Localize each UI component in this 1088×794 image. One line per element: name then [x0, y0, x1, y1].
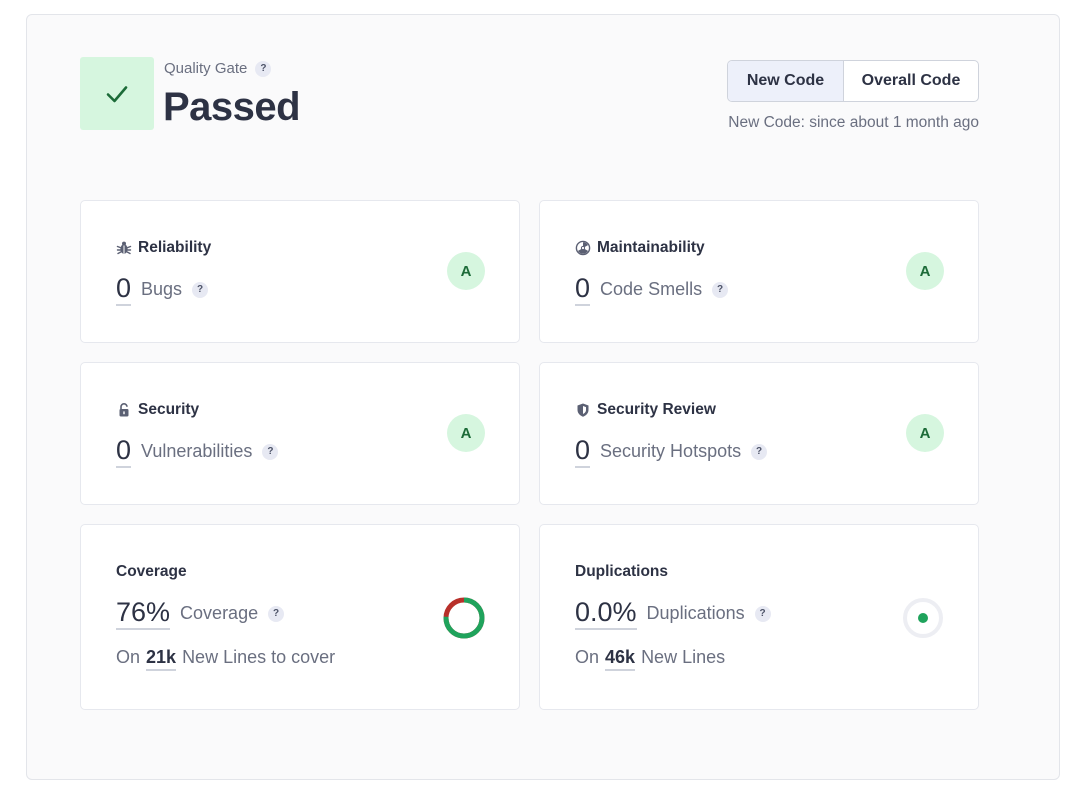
- duplications-metric: 0.0% Duplications ?: [575, 597, 771, 630]
- help-icon[interactable]: ?: [751, 443, 768, 460]
- coverage-card: Coverage 76% Coverage ? On 21k New Lines…: [80, 524, 520, 710]
- lines-to-cover-value[interactable]: 21k: [146, 647, 177, 671]
- coverage-metric: 76% Coverage ?: [116, 597, 285, 630]
- duplications-card: Duplications 0.0% Duplications ? On 46k …: [539, 524, 979, 710]
- coverage-donut-chart: [443, 597, 485, 639]
- new-code-period: New Code: since about 1 month ago: [728, 114, 979, 131]
- maintainability-title-text: Maintainability: [597, 239, 705, 256]
- duplications-indicator-dot: [918, 613, 928, 623]
- coverage-value[interactable]: 76%: [116, 597, 171, 630]
- check-icon: [106, 85, 128, 102]
- security-review-metric: 0 Security Hotspots ?: [575, 435, 768, 468]
- security-review-card: Security Review 0 Security Hotspots ? A: [539, 362, 979, 505]
- bugs-value[interactable]: 0: [116, 273, 132, 306]
- vulnerabilities-value[interactable]: 0: [116, 435, 132, 468]
- security-card: Security 0 Vulnerabilities ? A: [80, 362, 520, 505]
- security-review-title-text: Security Review: [597, 401, 716, 418]
- bugs-label: Bugs: [141, 279, 183, 299]
- security-title: Security: [116, 401, 199, 419]
- reliability-title-text: Reliability: [138, 239, 212, 256]
- new-lines-label: New Lines: [641, 647, 726, 667]
- maintainability-title: Maintainability: [575, 239, 705, 257]
- help-icon[interactable]: ?: [262, 443, 279, 460]
- vulnerabilities-label: Vulnerabilities: [141, 441, 253, 461]
- code-smells-label: Code Smells: [600, 279, 703, 299]
- gate-label-text: Quality Gate: [164, 60, 248, 77]
- security-review-rating-badge[interactable]: A: [906, 414, 944, 452]
- help-icon[interactable]: ?: [754, 605, 771, 622]
- new-code-button[interactable]: New Code: [728, 61, 844, 101]
- maintainability-rating-badge[interactable]: A: [906, 252, 944, 290]
- reliability-rating-badge[interactable]: A: [447, 252, 485, 290]
- security-hotspots-value[interactable]: 0: [575, 435, 591, 468]
- reliability-metric: 0 Bugs ?: [116, 273, 209, 306]
- bug-icon: [116, 241, 132, 255]
- reliability-card: Reliability 0 Bugs ? A: [80, 200, 520, 343]
- security-rating-badge[interactable]: A: [447, 414, 485, 452]
- security-review-title: Security Review: [575, 401, 716, 419]
- duplications-lines: On 46k New Lines: [575, 647, 725, 671]
- duplications-indicator: [903, 598, 943, 638]
- security-title-text: Security: [138, 401, 200, 418]
- radiation-icon: [575, 240, 591, 256]
- duplications-value[interactable]: 0.0%: [575, 597, 637, 630]
- security-metric: 0 Vulnerabilities ?: [116, 435, 279, 468]
- maintainability-card: Maintainability 0 Code Smells ? A: [539, 200, 979, 343]
- reliability-title: Reliability: [116, 239, 211, 257]
- gate-status-badge: [80, 57, 154, 130]
- gate-label: Quality Gate ?: [164, 60, 272, 77]
- coverage-label: Coverage: [180, 603, 259, 623]
- duplications-lines-prefix: On: [575, 647, 600, 667]
- coverage-lines-prefix: On: [116, 647, 141, 667]
- shield-icon: [577, 403, 589, 417]
- help-icon[interactable]: ?: [255, 60, 272, 77]
- maintainability-metric: 0 Code Smells ?: [575, 273, 729, 306]
- new-lines-value[interactable]: 46k: [605, 647, 636, 671]
- duplications-label: Duplications: [646, 603, 745, 623]
- code-smells-value[interactable]: 0: [575, 273, 591, 306]
- help-icon[interactable]: ?: [192, 281, 209, 298]
- help-icon[interactable]: ?: [712, 281, 729, 298]
- security-hotspots-label: Security Hotspots: [600, 441, 742, 461]
- duplications-title: Duplications: [575, 563, 669, 580]
- coverage-lines: On 21k New Lines to cover: [116, 647, 335, 671]
- overall-code-button[interactable]: Overall Code: [844, 61, 978, 101]
- help-icon[interactable]: ?: [268, 605, 285, 622]
- coverage-title: Coverage: [116, 563, 187, 580]
- lines-to-cover-label: New Lines to cover: [182, 647, 336, 667]
- code-scope-toggle: New Code Overall Code: [727, 60, 979, 102]
- lock-icon: [119, 403, 129, 417]
- gate-status-text: Passed: [163, 85, 301, 129]
